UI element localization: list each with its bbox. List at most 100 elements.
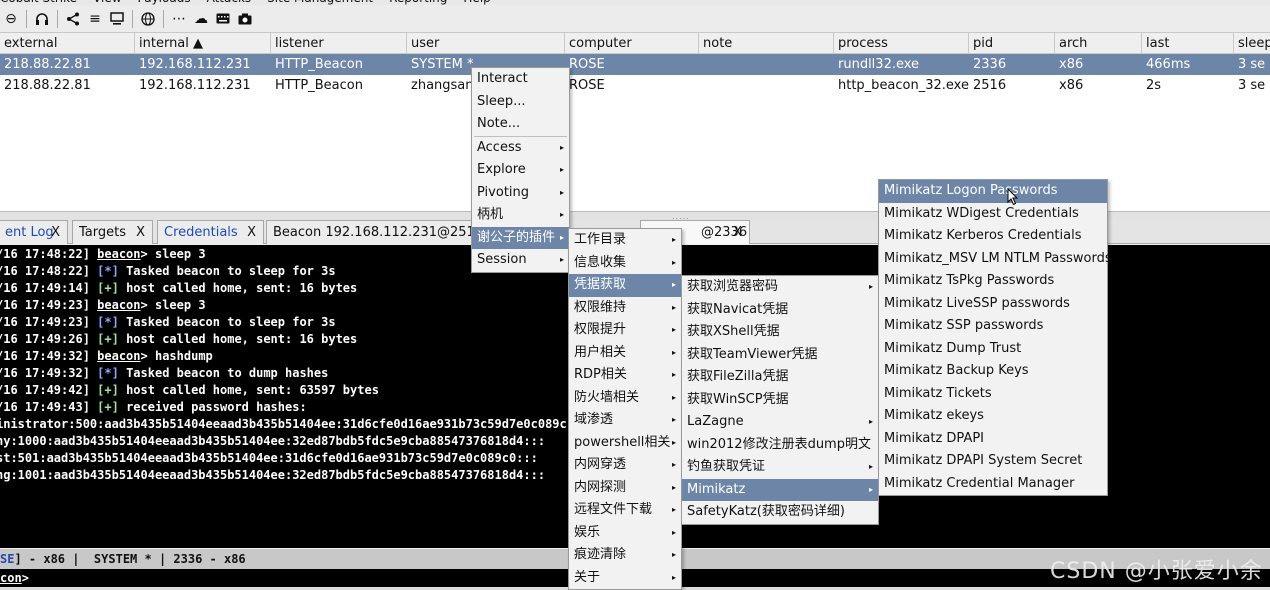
mimikatz_menu-item[interactable]: Mimikatz Backup Keys — [879, 360, 1107, 383]
tab-close-button[interactable]: X — [51, 221, 60, 244]
submenu-arrow-icon: ▸ — [671, 527, 676, 537]
mimikatz_menu-item[interactable]: Mimikatz Tickets — [879, 383, 1107, 406]
plugin_menu-item[interactable]: 内网探测 ▸ — [569, 477, 681, 500]
context_menu-item[interactable]: 柄机 ▸ — [472, 204, 569, 227]
mimikatz_menu-item[interactable]: Mimikatz TsPkg Passwords — [879, 270, 1107, 293]
mimikatz_menu-item[interactable]: Mimikatz DPAPI — [879, 428, 1107, 451]
mimikatz_menu-item[interactable]: Mimikatz LiveSSP passwords — [879, 293, 1107, 316]
context_menu-item[interactable]: Access ▸ — [472, 137, 569, 160]
plugin_menu-item[interactable]: 凭据获取 ▸ — [569, 274, 681, 297]
column-header-sleep[interactable]: sleep — [1234, 33, 1270, 54]
plugin_menu-item[interactable]: 痕迹清除 ▸ — [569, 544, 681, 567]
column-header-note[interactable]: note — [699, 33, 834, 54]
headphones-icon[interactable] — [31, 8, 53, 30]
share-icon[interactable] — [62, 8, 84, 30]
context_menu-item[interactable]: 谢公子的插件 ▸ — [472, 226, 569, 249]
cred_menu-item[interactable]: 获取WinSCP凭据 — [682, 389, 878, 412]
cred_menu-item[interactable]: 钓鱼获取凭证 ▸ — [682, 456, 878, 479]
tab-1[interactable]: Targets X — [72, 220, 153, 244]
column-header-last[interactable]: last — [1142, 33, 1234, 54]
mimikatz_menu-item[interactable]: Mimikatz Kerberos Credentials — [879, 225, 1107, 248]
cred_menu-item[interactable]: 获取TeamViewer凭据 — [682, 344, 878, 367]
cloud-icon[interactable]: ☁ — [190, 8, 212, 30]
monitor-icon[interactable] — [106, 8, 128, 30]
context_menu-item[interactable]: Note... — [472, 113, 569, 136]
submenu-arrow-icon: ▸ — [671, 347, 676, 357]
column-header-arch[interactable]: arch — [1055, 33, 1142, 54]
tab-0[interactable]: ent Log X — [0, 220, 68, 244]
table-row[interactable]: 218.88.22.81 192.168.112.231 HTTP_Beacon zh… — [0, 75, 1270, 96]
tab-2[interactable]: Credentials X — [157, 220, 264, 244]
dots-icon[interactable]: ⋯ — [168, 8, 190, 30]
console-timestamp: /16 17:49:23] — [0, 315, 90, 329]
cred_menu-item[interactable]: 获取XShell凭据 — [682, 321, 878, 344]
plugin_menu-item[interactable]: 远程文件下载 ▸ — [569, 499, 681, 522]
list-icon[interactable]: ≡ — [84, 8, 106, 30]
minus-circle-icon[interactable]: ⊖ — [0, 8, 22, 30]
cred_menu-item[interactable]: SafetyKatz(获取密码详细) — [682, 501, 878, 524]
menu-item-label: Mimikatz DPAPI — [884, 430, 985, 446]
plugin_menu-item[interactable]: 内网穿透 ▸ — [569, 454, 681, 477]
table-row[interactable]: 218.88.22.81 192.168.112.231 HTTP_Beacon SY… — [0, 54, 1270, 75]
console-timestamp: /16 17:49:32] — [0, 366, 90, 380]
tab-close-button[interactable]: X — [733, 221, 742, 244]
plugin_menu-item[interactable]: 信息收集 ▸ — [569, 252, 681, 275]
plugin_menu-item[interactable]: 域渗透 ▸ — [569, 409, 681, 432]
plugin_menu-item[interactable]: powershell相关 ▸ — [569, 432, 681, 455]
menu-item-label: Mimikatz Dump Trust — [884, 340, 1022, 356]
plugin_menu-item[interactable]: 用户相关 ▸ — [569, 342, 681, 365]
plugin_menu-item[interactable]: 工作目录 ▸ — [569, 229, 681, 252]
mimikatz_menu-item[interactable]: Mimikatz DPAPI System Secret — [879, 450, 1107, 473]
cell-listener: HTTP_Beacon — [275, 57, 363, 72]
mimikatz_menu-item[interactable]: Mimikatz SSP passwords — [879, 315, 1107, 338]
mimikatz_menu-item[interactable]: Mimikatz Credential Manager — [879, 473, 1107, 496]
console-success-marker: [+] — [97, 383, 119, 397]
cred_menu-item[interactable]: 获取FileZilla凭据 — [682, 366, 878, 389]
context_menu-item[interactable]: Pivoting ▸ — [472, 182, 569, 205]
console-text: Tasked beacon to sleep for 3s — [118, 315, 336, 329]
plugin_menu-item[interactable]: 关于 ▸ — [569, 567, 681, 590]
menu-item-label: 痕迹清除 — [574, 547, 627, 562]
column-header-computer[interactable]: computer — [565, 33, 699, 54]
menu-item-label: Access — [477, 139, 522, 155]
menu-item-label: 娱乐 — [574, 524, 601, 540]
plugin_menu-item[interactable]: RDP相关 ▸ — [569, 364, 681, 387]
mimikatz_menu-item[interactable]: Mimikatz Logon Passwords — [879, 180, 1107, 203]
context_menu-item[interactable]: Sleep... — [472, 91, 569, 114]
cred_menu-item[interactable]: win2012修改注册表dump明文 — [682, 434, 878, 457]
context_menu-item[interactable]: Explore ▸ — [472, 159, 569, 182]
camera-icon[interactable] — [234, 8, 256, 30]
context_menu-item[interactable]: Session ▸ — [472, 249, 569, 272]
column-header-process[interactable]: process — [834, 33, 969, 54]
cred_menu-item[interactable]: 获取浏览器密码 ▸ — [682, 276, 878, 299]
mimikatz_menu-item[interactable]: Mimikatz ekeys — [879, 405, 1107, 428]
column-header-listener[interactable]: listener — [271, 33, 407, 54]
console-text: host called home, sent: 16 bytes — [118, 332, 358, 346]
cred_menu-item[interactable]: LaZagne ▸ — [682, 411, 878, 434]
console-prompt-caret: > — [140, 247, 148, 261]
context_menu-item[interactable]: Interact — [472, 68, 569, 91]
plugin_menu-item[interactable]: 娱乐 ▸ — [569, 522, 681, 545]
cred_menu-item[interactable]: 获取Navicat凭据 — [682, 299, 878, 322]
plugin_menu-item[interactable]: 权限提升 ▸ — [569, 319, 681, 342]
console-text: hashdump — [147, 349, 213, 363]
tab-3[interactable]: Beacon 192.168.112.231@251 — [266, 220, 472, 244]
menu-item-label: Note... — [477, 116, 521, 131]
globe-icon[interactable] — [137, 8, 159, 30]
mimikatz_menu-item[interactable]: Mimikatz Dump Trust — [879, 338, 1107, 361]
column-header-user[interactable]: user — [407, 33, 565, 54]
plugin_menu-item[interactable]: 防火墙相关 ▸ — [569, 387, 681, 410]
mimikatz_menu-item[interactable]: Mimikatz_MSV LM NTLM Passwords — [879, 248, 1112, 271]
menu-item-label: Mimikatz Logon Passwords — [884, 183, 1058, 198]
column-header-pid[interactable]: pid — [969, 33, 1055, 54]
submenu-arrow-icon: ▸ — [671, 460, 676, 469]
mimikatz_menu-item[interactable]: Mimikatz WDigest Credentials — [879, 203, 1107, 226]
plugin_menu-item[interactable]: 权限维持 ▸ — [569, 297, 681, 320]
cell-internal: 192.168.112.231 — [139, 57, 251, 72]
keyboard-icon[interactable] — [212, 8, 234, 30]
column-header-external[interactable]: external — [0, 33, 135, 54]
tab-close-button[interactable]: X — [247, 221, 256, 244]
tab-close-button[interactable]: X — [136, 221, 145, 244]
cred_menu-item[interactable]: Mimikatz ▸ — [682, 478, 878, 501]
column-header-internal[interactable]: internal ▲ — [135, 33, 271, 54]
